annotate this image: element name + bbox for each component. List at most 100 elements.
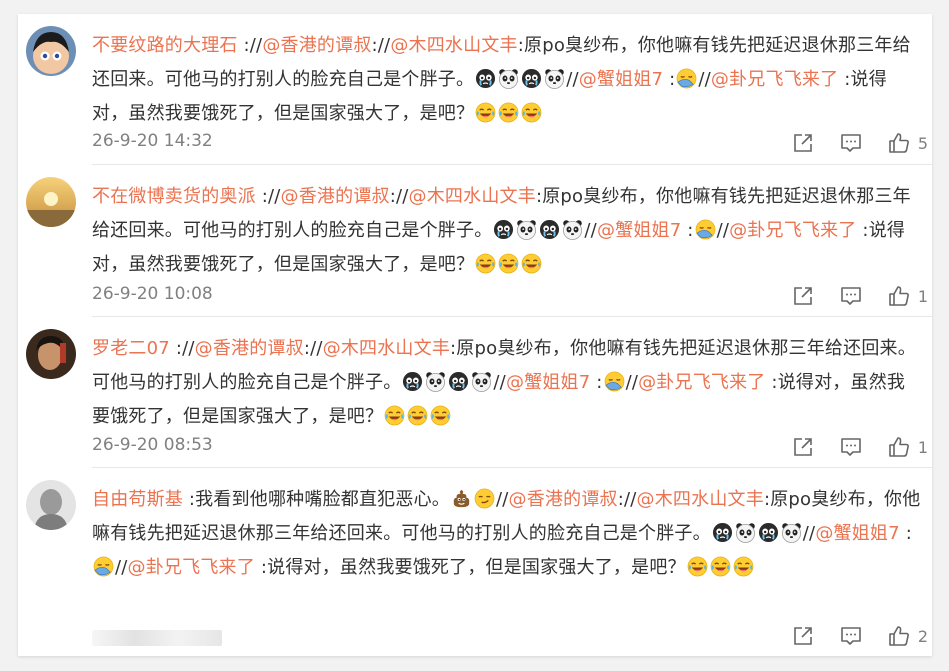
laugh-cry-emoji-icon	[498, 102, 519, 123]
laugh-cry-emoji-icon	[475, 253, 496, 274]
comment-text: 自由苟斯基 :我看到他哪种嘴脸都直犯恶心。//@香港的谭叔://@木四水山文丰:…	[92, 488, 921, 578]
share-icon	[791, 624, 815, 648]
share-button[interactable]	[791, 131, 815, 155]
panda-emoji-icon	[425, 371, 446, 392]
like-count: 5	[917, 133, 928, 153]
laugh-cry-emoji-icon	[384, 405, 405, 426]
like-count: 1	[917, 437, 928, 457]
mention-link[interactable]: @卦兄飞飞来了	[128, 557, 255, 578]
mention-link[interactable]: @木四水山文丰	[323, 338, 450, 359]
thumbs-up-icon	[887, 624, 911, 648]
avatar[interactable]	[26, 480, 76, 530]
comment-icon	[839, 131, 863, 155]
avatar[interactable]	[26, 177, 76, 227]
comment-item: 罗老二07 ://@香港的谭叔://@木四水山文丰:原po臭纱布，你他嘛有钱先把…	[18, 317, 932, 468]
mention-link[interactable]: @木四水山文丰	[637, 489, 764, 510]
share-button[interactable]	[791, 284, 815, 308]
avatar[interactable]	[26, 329, 76, 379]
comment-item: 不在微博卖货的奥派 ://@香港的谭叔://@木四水山文丰:原po臭纱布，你他嘛…	[18, 165, 932, 317]
like-button[interactable]: 5	[887, 131, 928, 155]
panda-emoji-icon	[516, 219, 537, 240]
comment-icon	[839, 435, 863, 459]
laugh-cry-emoji-icon	[733, 556, 754, 577]
mention-link[interactable]: @蟹姐姐7	[815, 523, 899, 544]
facepalm-emoji-icon	[676, 68, 697, 89]
comment-list: 不要纹路的大理石 ://@香港的谭叔://@木四水山文丰:原po臭纱布，你他嘛有…	[18, 14, 932, 656]
laugh-cry-emoji-icon	[498, 253, 519, 274]
share-button[interactable]	[791, 624, 815, 648]
cry-emoji-icon	[712, 522, 733, 543]
share-icon	[791, 131, 815, 155]
cry-emoji-icon	[448, 371, 469, 392]
share-icon	[791, 435, 815, 459]
username-link[interactable]: 自由苟斯基	[92, 489, 183, 510]
facepalm-emoji-icon	[93, 556, 114, 577]
panda-emoji-icon	[735, 522, 756, 543]
mention-link[interactable]: @香港的谭叔	[281, 186, 390, 207]
mention-link[interactable]: @蟹姐姐7	[506, 372, 590, 393]
comment-actions: 2	[767, 624, 928, 648]
comment-actions: 5	[767, 131, 928, 155]
cry-emoji-icon	[539, 219, 560, 240]
thumbs-up-icon	[887, 284, 911, 308]
facepalm-emoji-icon	[604, 371, 625, 392]
like-button[interactable]: 1	[887, 435, 928, 459]
smirk-emoji-icon	[474, 488, 495, 509]
comment-timestamp: 26-9-20 08:53	[92, 435, 213, 455]
reply-button[interactable]	[839, 435, 863, 459]
cry-emoji-icon	[521, 68, 542, 89]
reply-button[interactable]	[839, 624, 863, 648]
mention-link[interactable]: @香港的谭叔	[509, 489, 618, 510]
comment-icon	[839, 624, 863, 648]
comment-text: 不在微博卖货的奥派 ://@香港的谭叔://@木四水山文丰:原po臭纱布，你他嘛…	[92, 186, 911, 275]
cry-emoji-icon	[758, 522, 779, 543]
comment-timestamp: 26-9-20 10:08	[92, 284, 213, 304]
mention-link[interactable]: @香港的谭叔	[262, 35, 371, 56]
cry-emoji-icon	[475, 68, 496, 89]
panda-emoji-icon	[544, 68, 565, 89]
cry-emoji-icon	[402, 371, 423, 392]
like-count: 2	[917, 626, 928, 646]
comment-text: 罗老二07 ://@香港的谭叔://@木四水山文丰:原po臭纱布，你他嘛有钱先把…	[92, 338, 916, 427]
comment-icon	[839, 284, 863, 308]
share-button[interactable]	[791, 435, 815, 459]
comment-text: 不要纹路的大理石 ://@香港的谭叔://@木四水山文丰:原po臭纱布，你他嘛有…	[92, 35, 911, 124]
cry-emoji-icon	[493, 219, 514, 240]
panda-emoji-icon	[562, 219, 583, 240]
username-link[interactable]: 罗老二07	[92, 338, 170, 359]
like-button[interactable]: 1	[887, 284, 928, 308]
like-button[interactable]: 2	[887, 624, 928, 648]
avatar[interactable]	[26, 26, 76, 76]
reply-button[interactable]	[839, 284, 863, 308]
mention-link[interactable]: @蟹姐姐7	[579, 69, 663, 90]
panda-emoji-icon	[471, 371, 492, 392]
panda-emoji-icon	[781, 522, 802, 543]
share-icon	[791, 284, 815, 308]
mention-link[interactable]: @木四水山文丰	[390, 35, 517, 56]
laugh-cry-emoji-icon	[430, 405, 451, 426]
mention-link[interactable]: @卦兄飞飞来了	[711, 69, 838, 90]
thumbs-up-icon	[887, 435, 911, 459]
comment-item: 不要纹路的大理石 ://@香港的谭叔://@木四水山文丰:原po臭纱布，你他嘛有…	[18, 14, 932, 165]
laugh-cry-emoji-icon	[521, 102, 542, 123]
panda-emoji-icon	[498, 68, 519, 89]
laugh-cry-emoji-icon	[407, 405, 428, 426]
mention-link[interactable]: @蟹姐姐7	[597, 220, 681, 241]
thumbs-up-icon	[887, 131, 911, 155]
comment-actions: 1	[767, 435, 928, 459]
reply-button[interactable]	[839, 131, 863, 155]
mention-link[interactable]: @木四水山文丰	[409, 186, 536, 207]
mention-link[interactable]: @卦兄飞飞来了	[638, 372, 765, 393]
comment-actions: 1	[767, 284, 928, 308]
comment-timestamp-blurred	[92, 630, 222, 646]
mention-link[interactable]: @香港的谭叔	[195, 338, 304, 359]
username-link[interactable]: 不在微博卖货的奥派	[92, 186, 256, 207]
laugh-cry-emoji-icon	[475, 102, 496, 123]
username-link[interactable]: 不要纹路的大理石	[92, 35, 238, 56]
comment-timestamp: 26-9-20 14:32	[92, 131, 213, 151]
facepalm-emoji-icon	[695, 219, 716, 240]
like-count: 1	[917, 286, 928, 306]
laugh-cry-emoji-icon	[710, 556, 731, 577]
mention-link[interactable]: @卦兄飞飞来了	[729, 220, 856, 241]
comment-item: 自由苟斯基 :我看到他哪种嘴脸都直犯恶心。//@香港的谭叔://@木四水山文丰:…	[18, 468, 932, 656]
